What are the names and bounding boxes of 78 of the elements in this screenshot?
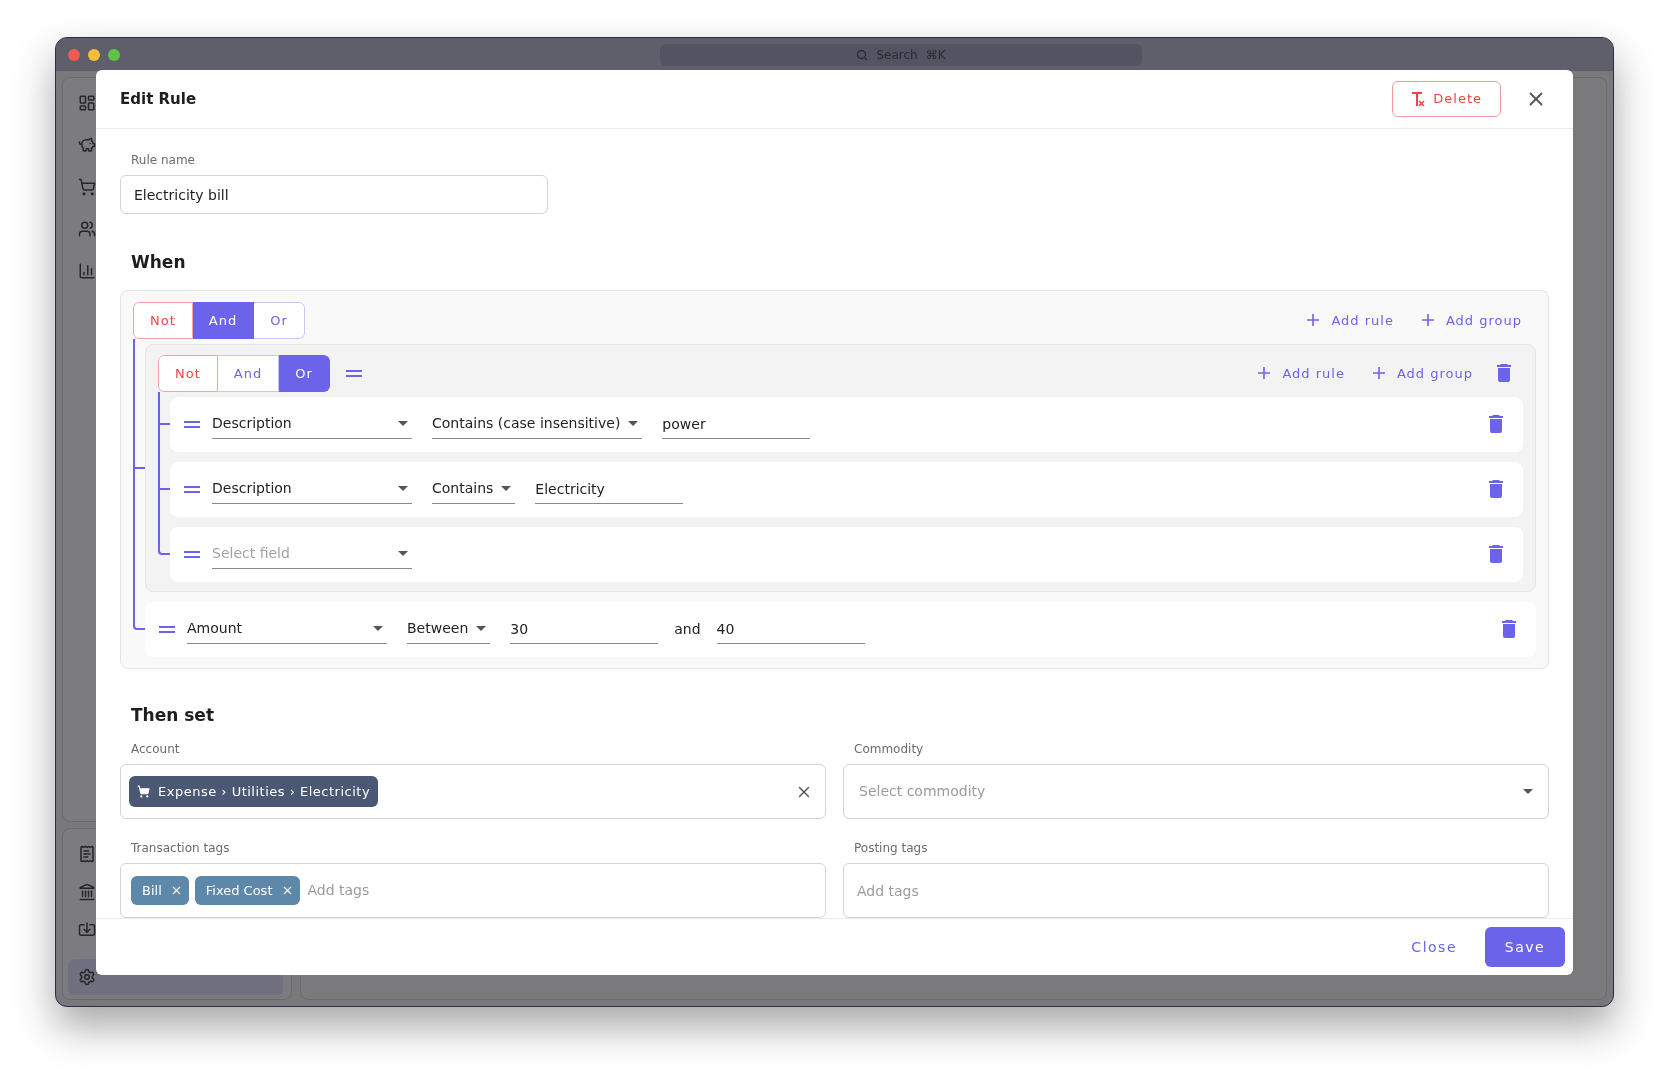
search-icon bbox=[856, 48, 869, 61]
drag-handle-icon[interactable] bbox=[345, 370, 362, 377]
tag-chip: Fixed Cost bbox=[194, 876, 300, 906]
rule-delete-icon bbox=[1411, 91, 1426, 108]
import-icon[interactable] bbox=[78, 921, 96, 939]
add-group-button[interactable]: Add group bbox=[1372, 363, 1473, 384]
trash-icon[interactable] bbox=[1502, 620, 1516, 639]
field-label: Commodity bbox=[854, 741, 925, 759]
rule-name-field[interactable]: Electricity bill bbox=[120, 175, 548, 215]
field-label: Account bbox=[131, 741, 181, 759]
section-heading: When bbox=[131, 251, 187, 275]
combinator-tab[interactable]: And bbox=[192, 302, 255, 339]
drag-handle-icon[interactable] bbox=[184, 486, 200, 493]
combinator-tab[interactable]: And bbox=[217, 355, 280, 392]
commodity-select[interactable]: Select commodity bbox=[843, 764, 1549, 820]
select-field[interactable]: Between bbox=[407, 614, 491, 645]
add-group-button[interactable]: Add group bbox=[1421, 310, 1522, 331]
bank-icon[interactable] bbox=[78, 883, 96, 901]
cart-icon bbox=[137, 785, 150, 799]
select-field[interactable]: Contains (case insensitive) bbox=[432, 409, 643, 440]
account-chip: Expense › Utilities › Electricity bbox=[129, 776, 379, 808]
select-field[interactable]: Select field bbox=[212, 539, 412, 570]
piggy-bank-icon[interactable] bbox=[78, 136, 96, 154]
cart-icon[interactable] bbox=[78, 178, 96, 196]
value-field[interactable]: power bbox=[662, 409, 811, 440]
posting-tags-field[interactable]: Add tags bbox=[843, 863, 1549, 919]
field-label: Posting tags bbox=[854, 840, 929, 858]
caret-icon bbox=[1523, 789, 1533, 795]
settings-icon bbox=[78, 968, 96, 986]
section-heading: Then set bbox=[131, 704, 216, 727]
trash-icon[interactable] bbox=[1489, 415, 1503, 434]
select-field[interactable]: Contains bbox=[432, 474, 516, 505]
caret-icon bbox=[476, 626, 487, 632]
combinator-tab[interactable]: Or bbox=[254, 302, 305, 339]
drag-handle-icon[interactable] bbox=[159, 626, 175, 633]
caret-icon bbox=[398, 421, 408, 427]
trash-icon[interactable] bbox=[1489, 480, 1503, 499]
value-field[interactable]: Electricity bbox=[535, 474, 684, 505]
dashboard-icon[interactable] bbox=[78, 94, 96, 112]
caret-icon bbox=[398, 551, 408, 557]
tag-input-field[interactable]: Add tags bbox=[307, 880, 825, 902]
caret-icon bbox=[501, 486, 512, 492]
add-rule-button[interactable]: Add rule bbox=[1307, 310, 1394, 331]
plus-icon bbox=[1372, 367, 1385, 380]
select-field[interactable]: Description bbox=[212, 409, 412, 440]
users-icon[interactable] bbox=[78, 220, 96, 238]
combinator-tab[interactable]: Or bbox=[279, 355, 330, 392]
and-label: and bbox=[674, 620, 701, 639]
select-field[interactable]: Description bbox=[212, 474, 412, 505]
field-label: Rule name bbox=[131, 152, 196, 170]
trash-icon[interactable] bbox=[1489, 545, 1503, 564]
transaction-tags-field[interactable]: Bill Fixed Cost Add tags bbox=[120, 863, 826, 919]
field-label: Transaction tags bbox=[131, 840, 231, 858]
maximize-window-icon[interactable] bbox=[108, 48, 120, 61]
minimize-window-icon[interactable] bbox=[88, 48, 100, 61]
value-field[interactable]: 40 bbox=[716, 614, 865, 645]
receipt-icon[interactable] bbox=[78, 845, 96, 863]
drag-handle-icon[interactable] bbox=[184, 421, 200, 428]
chart-icon[interactable] bbox=[78, 262, 96, 280]
save-button[interactable]: Save bbox=[1485, 927, 1565, 968]
close-button[interactable]: Close bbox=[1411, 936, 1457, 958]
combinator-tab[interactable]: Not bbox=[158, 355, 218, 392]
plus-icon bbox=[1307, 314, 1320, 327]
select-field[interactable]: Amount bbox=[187, 614, 387, 645]
caret-icon bbox=[628, 421, 639, 427]
account-field[interactable]: Expense › Utilities › Electricity bbox=[120, 764, 826, 820]
caret-icon bbox=[373, 626, 383, 632]
combinator-tab[interactable]: Not bbox=[133, 302, 193, 339]
dialog-title: Edit Rule bbox=[120, 89, 197, 110]
plus-icon bbox=[1258, 367, 1271, 380]
caret-icon bbox=[398, 486, 408, 492]
tag-chip: Bill bbox=[131, 876, 189, 906]
drag-handle-icon[interactable] bbox=[184, 551, 200, 558]
value-field[interactable]: 30 bbox=[510, 614, 659, 645]
add-rule-button[interactable]: Add rule bbox=[1258, 363, 1345, 384]
delete-button[interactable]: Delete bbox=[1392, 81, 1501, 118]
trash-icon[interactable] bbox=[1497, 364, 1511, 383]
plus-icon bbox=[1421, 314, 1434, 327]
